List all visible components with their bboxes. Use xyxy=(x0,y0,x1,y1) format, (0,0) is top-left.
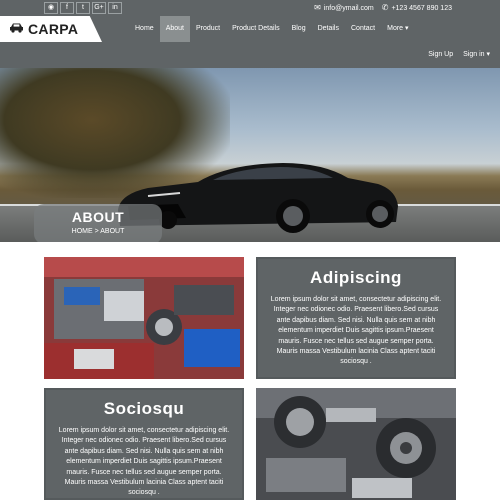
card-title: Sociosqu xyxy=(103,399,185,418)
hero-banner: ABOUT HOME > ABOUT xyxy=(0,68,500,242)
info-card-adipiscing: Adipiscing Lorem ipsum dolor sit amet, c… xyxy=(256,257,456,379)
phone-link[interactable]: ✆ +123 4567 890 123 xyxy=(382,2,452,15)
breadcrumb[interactable]: HOME > ABOUT xyxy=(34,228,162,235)
rss-icon[interactable]: ◉ xyxy=(44,2,58,14)
envelope-icon: ✉ xyxy=(314,3,321,12)
linkedin-icon[interactable]: in xyxy=(108,2,122,14)
phone-icon: ✆ xyxy=(381,3,389,12)
social-links: ◉ f t G+ in xyxy=(44,2,122,14)
email-text[interactable]: info@ymail.com xyxy=(324,5,374,12)
nav-about[interactable]: About xyxy=(159,16,190,42)
google-plus-icon[interactable]: G+ xyxy=(92,2,106,14)
page-title-box: ABOUT HOME > ABOUT xyxy=(34,204,162,242)
brand-logo[interactable]: CARPA xyxy=(0,16,102,42)
email-link[interactable]: ✉ info@ymail.com xyxy=(314,2,374,15)
card-title: Adipiscing xyxy=(310,268,402,287)
auth-links: Sign Up Sign in ▾ xyxy=(428,46,490,64)
nav-product[interactable]: Product xyxy=(190,16,226,42)
facebook-icon[interactable]: f xyxy=(60,2,74,14)
card-text: Lorem ipsum dolor sit amet, consectetur … xyxy=(58,427,230,497)
top-bar: ◉ f t G+ in ✉ info@ymail.com ✆ +123 4567 8… xyxy=(0,0,500,16)
site-header: CARPA Home About Product Product Details… xyxy=(0,16,500,68)
nav-home[interactable]: Home xyxy=(129,16,160,42)
signin-dropdown[interactable]: Sign in ▾ xyxy=(463,46,490,64)
main-nav: Home About Product Product Details Blog … xyxy=(129,16,415,42)
engine-image-1 xyxy=(44,257,244,379)
nav-details[interactable]: Details xyxy=(312,16,345,42)
page-title: ABOUT xyxy=(71,209,125,225)
nav-more-dropdown[interactable]: More ▾ xyxy=(381,16,414,42)
signup-link[interactable]: Sign Up xyxy=(428,46,453,64)
info-card-sociosqu: Sociosqu Lorem ipsum dolor sit amet, con… xyxy=(44,388,244,500)
nav-product-details[interactable]: Product Details xyxy=(226,16,285,42)
brand-name: CARPA xyxy=(28,21,79,37)
car-icon xyxy=(9,22,24,36)
nav-blog[interactable]: Blog xyxy=(286,16,312,42)
engine-image-2 xyxy=(256,388,456,500)
nav-contact[interactable]: Contact xyxy=(345,16,381,42)
twitter-icon[interactable]: t xyxy=(76,2,90,14)
contact-info: ✉ info@ymail.com ✆ +123 4567 890 123 xyxy=(314,2,452,15)
phone-text[interactable]: +123 4567 890 123 xyxy=(391,5,452,12)
card-text: Lorem ipsum dolor sit amet, consectetur … xyxy=(270,296,442,366)
